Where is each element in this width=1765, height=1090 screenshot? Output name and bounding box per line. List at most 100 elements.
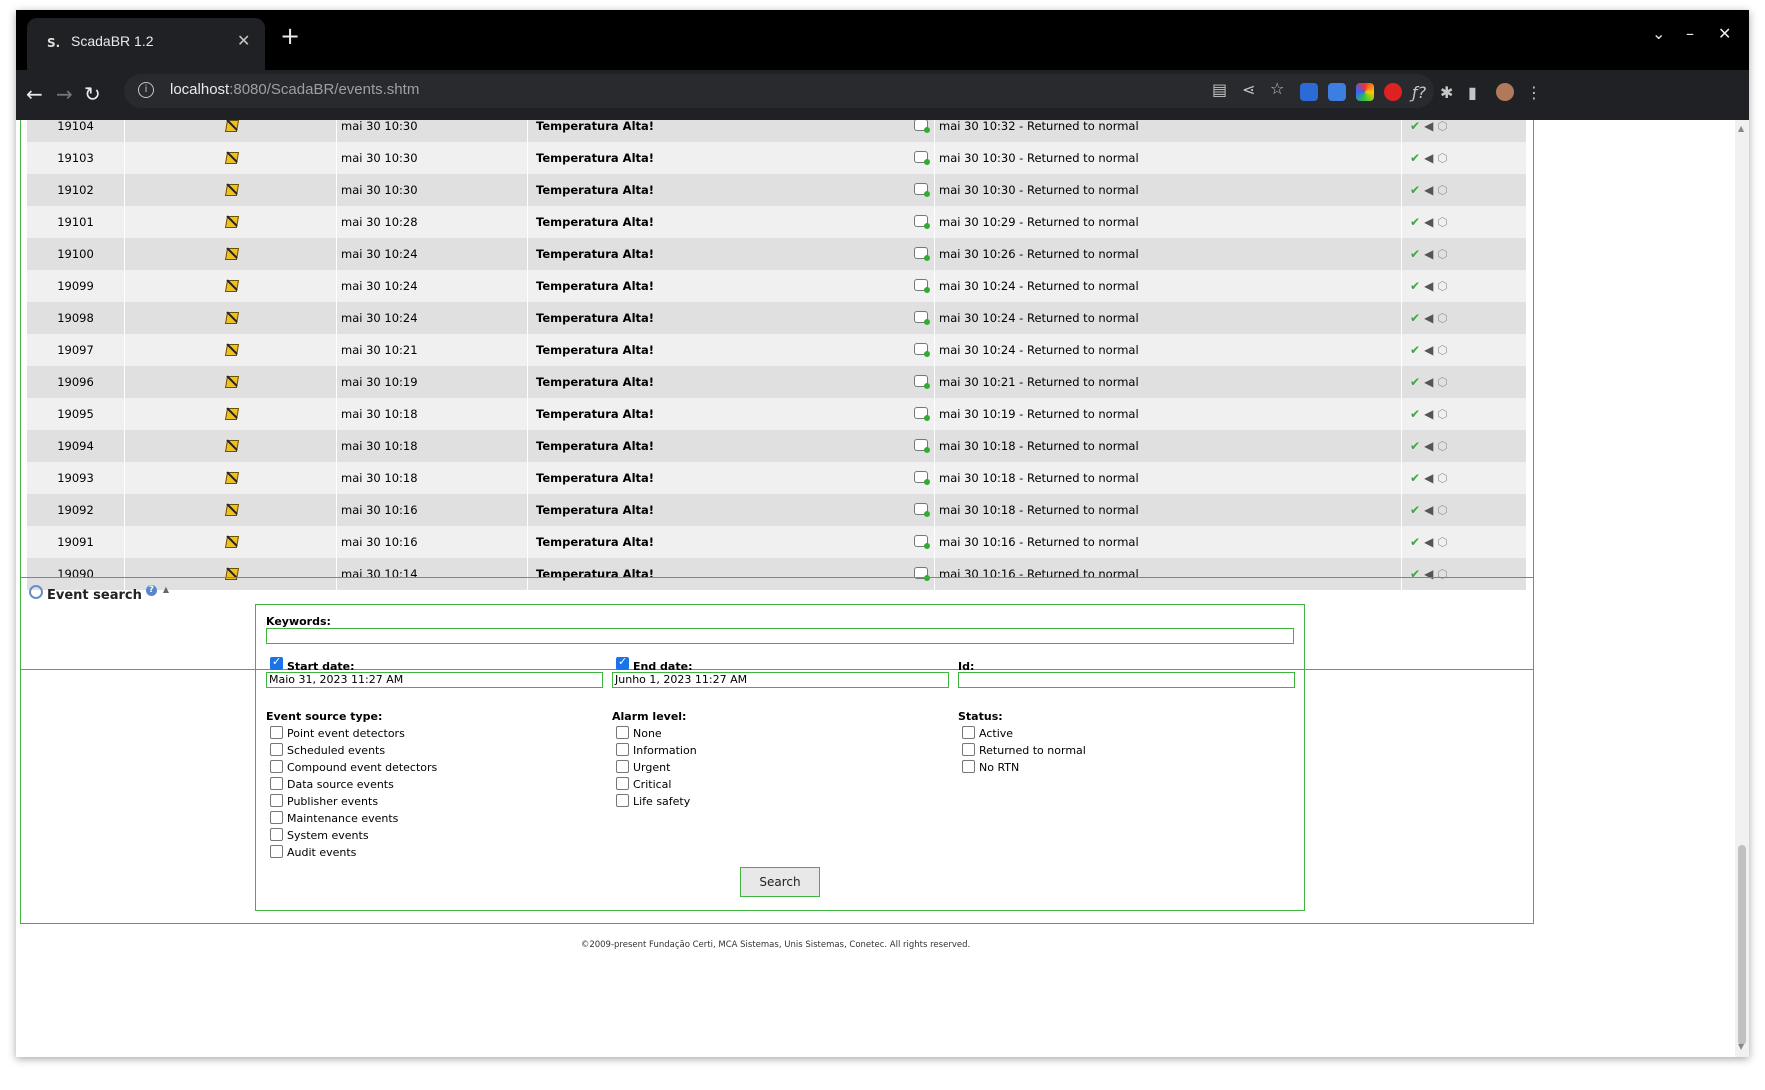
collapse-arrow-icon[interactable]: ▲ bbox=[163, 585, 169, 594]
point-details-cube-icon[interactable]: ⬡ bbox=[1437, 279, 1447, 293]
menu-kebab-icon[interactable]: ⋮ bbox=[1526, 83, 1542, 102]
add-comment-icon[interactable] bbox=[914, 120, 930, 133]
source-type-checkbox[interactable] bbox=[270, 777, 283, 790]
point-details-cube-icon[interactable]: ⬡ bbox=[1437, 471, 1447, 485]
alarm-level-checkbox[interactable] bbox=[616, 726, 629, 739]
silence-speaker-icon[interactable]: ◀ bbox=[1424, 247, 1433, 261]
extension-function-icon[interactable]: ƒ? bbox=[1412, 83, 1426, 102]
silence-speaker-icon[interactable]: ◀ bbox=[1424, 375, 1433, 389]
add-comment-icon[interactable] bbox=[914, 183, 930, 197]
silence-speaker-icon[interactable]: ◀ bbox=[1424, 503, 1433, 517]
browser-tab[interactable]: S. ScadaBR 1.2 ✕ bbox=[27, 18, 265, 70]
point-details-cube-icon[interactable]: ⬡ bbox=[1437, 343, 1447, 357]
add-comment-icon[interactable] bbox=[914, 471, 930, 485]
acknowledge-check-icon[interactable]: ✔ bbox=[1410, 439, 1420, 453]
back-arrow-icon[interactable]: ← bbox=[26, 82, 43, 106]
acknowledge-check-icon[interactable]: ✔ bbox=[1410, 407, 1420, 421]
acknowledge-check-icon[interactable]: ✔ bbox=[1410, 503, 1420, 517]
acknowledge-check-icon[interactable]: ✔ bbox=[1410, 343, 1420, 357]
silence-speaker-icon[interactable]: ◀ bbox=[1424, 215, 1433, 229]
extension-red-icon[interactable] bbox=[1384, 83, 1402, 101]
add-comment-icon[interactable] bbox=[914, 247, 930, 261]
add-comment-icon[interactable] bbox=[914, 503, 930, 517]
source-type-checkbox[interactable] bbox=[270, 743, 283, 756]
source-type-checkbox[interactable] bbox=[270, 845, 283, 858]
silence-speaker-icon[interactable]: ◀ bbox=[1424, 183, 1433, 197]
add-comment-icon[interactable] bbox=[914, 375, 930, 389]
forward-arrow-icon[interactable]: → bbox=[56, 82, 73, 106]
acknowledge-check-icon[interactable]: ✔ bbox=[1410, 151, 1420, 165]
alarm-level-checkbox[interactable] bbox=[616, 760, 629, 773]
point-details-cube-icon[interactable]: ⬡ bbox=[1437, 503, 1447, 517]
silence-speaker-icon[interactable]: ◀ bbox=[1424, 120, 1433, 133]
profile-avatar[interactable] bbox=[1496, 83, 1514, 101]
share-icon[interactable]: ⋖ bbox=[1242, 80, 1255, 99]
source-type-checkbox[interactable] bbox=[270, 760, 283, 773]
source-type-checkbox[interactable] bbox=[270, 811, 283, 824]
add-comment-icon[interactable] bbox=[914, 215, 930, 229]
extension-color-icon[interactable] bbox=[1356, 83, 1374, 101]
address-bar[interactable]: i localhost:8080/ScadaBR/events.shtm ▤ ⋖… bbox=[124, 74, 1434, 108]
silence-speaker-icon[interactable]: ◀ bbox=[1424, 439, 1433, 453]
point-details-cube-icon[interactable]: ⬡ bbox=[1437, 215, 1447, 229]
acknowledge-check-icon[interactable]: ✔ bbox=[1410, 375, 1420, 389]
tab-close-icon[interactable]: ✕ bbox=[237, 31, 250, 50]
source-type-checkbox[interactable] bbox=[270, 828, 283, 841]
status-checkbox[interactable] bbox=[962, 760, 975, 773]
bookmark-star-icon[interactable]: ☆ bbox=[1270, 79, 1284, 98]
acknowledge-check-icon[interactable]: ✔ bbox=[1410, 183, 1420, 197]
extension-shield-icon[interactable] bbox=[1300, 83, 1318, 101]
scroll-up-arrow-icon[interactable]: ▲ bbox=[1738, 124, 1744, 133]
minimize-icon[interactable]: – bbox=[1686, 24, 1694, 43]
silence-speaker-icon[interactable]: ◀ bbox=[1424, 279, 1433, 293]
add-comment-icon[interactable] bbox=[914, 279, 930, 293]
silence-speaker-icon[interactable]: ◀ bbox=[1424, 151, 1433, 165]
extension-translate-icon[interactable] bbox=[1328, 83, 1346, 101]
start-date-input[interactable]: Maio 31, 2023 11:27 AM bbox=[266, 672, 603, 688]
new-tab-icon[interactable]: + bbox=[280, 24, 300, 48]
silence-speaker-icon[interactable]: ◀ bbox=[1424, 343, 1433, 357]
add-comment-icon[interactable] bbox=[914, 535, 930, 549]
translate-icon[interactable]: ▤ bbox=[1212, 80, 1227, 99]
end-date-input[interactable]: Junho 1, 2023 11:27 AM bbox=[612, 672, 949, 688]
acknowledge-check-icon[interactable]: ✔ bbox=[1410, 535, 1420, 549]
alarm-level-checkbox[interactable] bbox=[616, 794, 629, 807]
keywords-input[interactable] bbox=[266, 628, 1294, 644]
end-date-checkbox[interactable] bbox=[616, 655, 629, 670]
site-info-icon[interactable]: i bbox=[138, 82, 154, 98]
point-details-cube-icon[interactable]: ⬡ bbox=[1437, 535, 1447, 549]
point-details-cube-icon[interactable]: ⬡ bbox=[1437, 311, 1447, 325]
point-details-cube-icon[interactable]: ⬡ bbox=[1437, 375, 1447, 389]
extensions-puzzle-icon[interactable]: ✱ bbox=[1440, 83, 1453, 102]
acknowledge-check-icon[interactable]: ✔ bbox=[1410, 279, 1420, 293]
close-window-icon[interactable]: ✕ bbox=[1718, 24, 1731, 43]
silence-speaker-icon[interactable]: ◀ bbox=[1424, 535, 1433, 549]
acknowledge-check-icon[interactable]: ✔ bbox=[1410, 311, 1420, 325]
acknowledge-check-icon[interactable]: ✔ bbox=[1410, 215, 1420, 229]
silence-speaker-icon[interactable]: ◀ bbox=[1424, 311, 1433, 325]
add-comment-icon[interactable] bbox=[914, 407, 930, 421]
acknowledge-check-icon[interactable]: ✔ bbox=[1410, 247, 1420, 261]
tab-search-chevron-icon[interactable]: ⌄ bbox=[1652, 24, 1665, 43]
point-details-cube-icon[interactable]: ⬡ bbox=[1437, 247, 1447, 261]
alarm-level-checkbox[interactable] bbox=[616, 777, 629, 790]
status-checkbox[interactable] bbox=[962, 743, 975, 756]
acknowledge-check-icon[interactable]: ✔ bbox=[1410, 471, 1420, 485]
point-details-cube-icon[interactable]: ⬡ bbox=[1437, 183, 1447, 197]
alarm-level-checkbox[interactable] bbox=[616, 743, 629, 756]
add-comment-icon[interactable] bbox=[914, 311, 930, 325]
add-comment-icon[interactable] bbox=[914, 439, 930, 453]
add-comment-icon[interactable] bbox=[914, 343, 930, 357]
source-type-checkbox[interactable] bbox=[270, 726, 283, 739]
scrollbar-thumb[interactable] bbox=[1738, 845, 1746, 1045]
point-details-cube-icon[interactable]: ⬡ bbox=[1437, 120, 1447, 133]
silence-speaker-icon[interactable]: ◀ bbox=[1424, 471, 1433, 485]
help-icon[interactable]: ? bbox=[145, 585, 157, 596]
start-date-checkbox[interactable] bbox=[270, 655, 283, 670]
id-input[interactable] bbox=[958, 672, 1295, 688]
status-checkbox[interactable] bbox=[962, 726, 975, 739]
reload-icon[interactable]: ↻ bbox=[84, 82, 101, 106]
add-comment-icon[interactable] bbox=[914, 151, 930, 165]
silence-speaker-icon[interactable]: ◀ bbox=[1424, 407, 1433, 421]
scroll-down-arrow-icon[interactable]: ▼ bbox=[1738, 1042, 1744, 1051]
